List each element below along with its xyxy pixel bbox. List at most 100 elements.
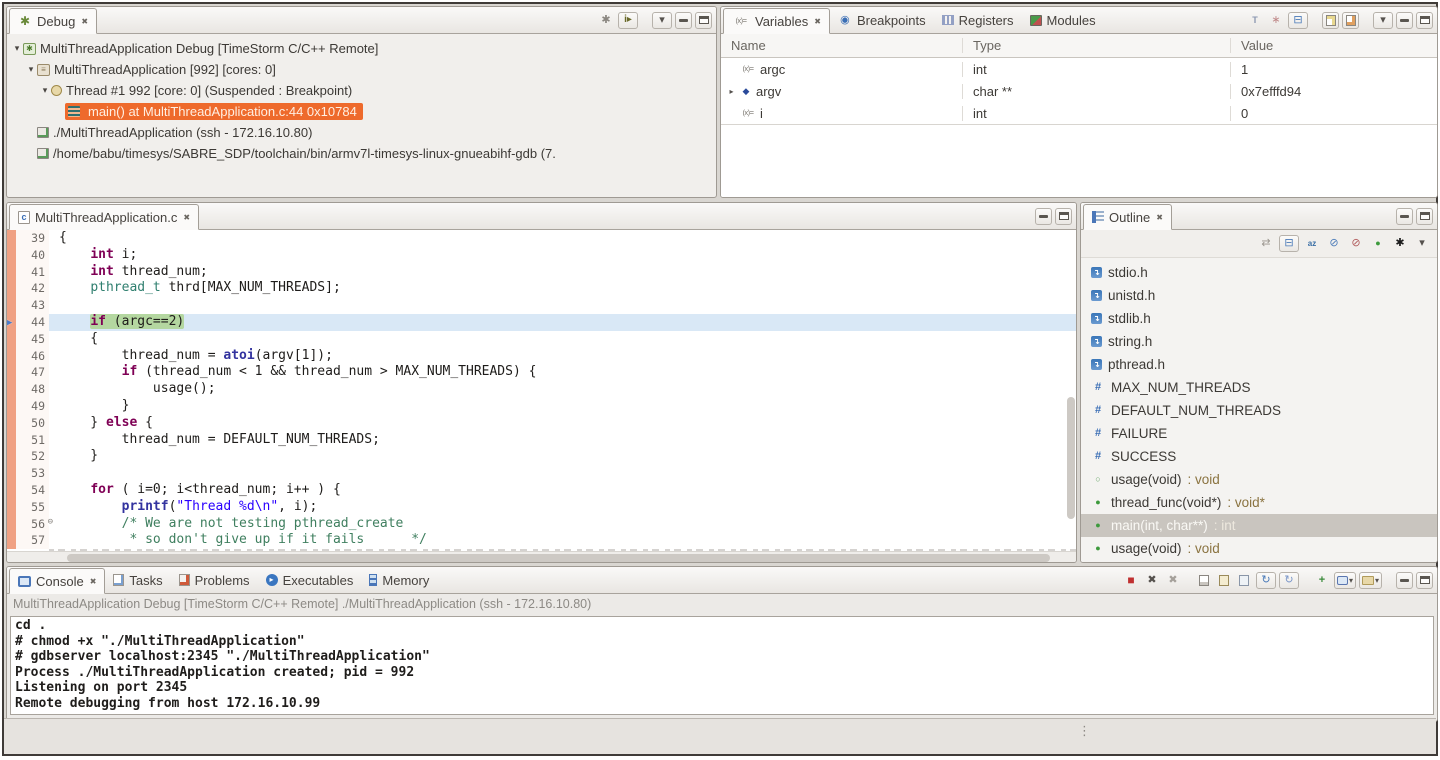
editor-vertical-scrollbar[interactable] (1067, 397, 1075, 519)
outline-item[interactable]: ↴string.h (1081, 330, 1437, 353)
tab-problems[interactable]: Problems (171, 567, 258, 593)
code-line[interactable]: 43 (7, 297, 1076, 314)
maximize-icon[interactable] (1055, 208, 1072, 225)
maximize-icon[interactable] (1416, 12, 1433, 29)
show-stdout-icon[interactable]: ↻ (1256, 572, 1276, 589)
instruction-stepping-icon[interactable]: i▸ (618, 12, 638, 29)
expand-arrow-icon[interactable]: ▾ (39, 85, 51, 96)
view-menu-icon[interactable]: ▾ (1373, 12, 1393, 29)
code-line[interactable]: 39{ (7, 230, 1076, 247)
outline-item[interactable]: ○usage(void) : void (1081, 468, 1437, 491)
fold-collapse-icon[interactable]: ⊖ (48, 518, 53, 527)
selected-stack-frame[interactable]: main() at MultiThreadApplication.c:44 0x… (65, 103, 363, 120)
line-number-gutter[interactable]: 43 (7, 297, 49, 314)
debug-tree-row[interactable]: ./MultiThreadApplication (ssh - 172.16.1… (7, 122, 716, 143)
debug-launch-tree[interactable]: ▾✱MultiThreadApplication Debug [TimeStor… (7, 34, 716, 164)
tab-multithreadapplication-c[interactable]: cMultiThreadApplication.c✖ (9, 204, 199, 230)
outline-list[interactable]: ↴stdio.h↴unistd.h↴stdlib.h↴string.h↴pthr… (1081, 258, 1437, 563)
outline-item[interactable]: #SUCCESS (1081, 445, 1437, 468)
variable-row[interactable]: (x)=iint0 (721, 102, 1437, 124)
close-icon[interactable]: ✖ (814, 17, 821, 26)
maximize-icon[interactable] (695, 12, 712, 29)
outline-item[interactable]: #FAILURE (1081, 422, 1437, 445)
clear-console-icon[interactable] (1196, 572, 1213, 589)
expander-arrow-icon[interactable]: ▸ (727, 87, 736, 96)
display-console-icon[interactable]: ▾ (1334, 572, 1356, 589)
code-line[interactable]: 55 printf("Thread %d\n", i); (7, 499, 1076, 516)
terminate-icon[interactable]: ■ (1122, 572, 1140, 589)
code-line[interactable]: 53 (7, 465, 1076, 482)
column-header-value[interactable]: Value (1231, 38, 1437, 53)
open-new-view-icon[interactable] (1342, 12, 1359, 29)
code-line[interactable]: 50 } else { (7, 415, 1076, 432)
outline-item[interactable]: ↴unistd.h (1081, 284, 1437, 307)
scroll-lock-icon[interactable] (1216, 572, 1233, 589)
debug-tree-row[interactable]: ▾Thread #1 992 [core: 0] (Suspended : Br… (7, 80, 716, 101)
outline-item[interactable]: #DEFAULT_NUM_THREADS (1081, 399, 1437, 422)
line-number-gutter[interactable]: 51 (7, 432, 49, 449)
remove-launch-icon[interactable]: ✖ (1143, 572, 1161, 589)
hide-non-public-icon[interactable]: ● (1369, 235, 1387, 252)
code-line[interactable]: 56⊖ /* We are not testing pthread_create (7, 516, 1076, 533)
console-output[interactable]: cd .# chmod +x "./MultiThreadApplication… (10, 616, 1434, 715)
line-number-gutter[interactable]: 40 (7, 247, 49, 264)
expand-arrow-icon[interactable]: ▾ (11, 43, 23, 54)
code-line[interactable]: 48 usage(); (7, 381, 1076, 398)
maximize-icon[interactable] (1416, 208, 1433, 225)
statusbar-drag-handle[interactable]: ⋮ (1078, 723, 1091, 739)
code-line[interactable]: 47 if (thread_num < 1 && thread_num > MA… (7, 364, 1076, 381)
code-line[interactable]: 51 thread_num = DEFAULT_NUM_THREADS; (7, 432, 1076, 449)
minimize-icon[interactable] (675, 12, 692, 29)
show-logical-structures-icon[interactable]: ∗ (1267, 12, 1285, 29)
column-header-name[interactable]: Name (721, 38, 963, 53)
tab-breakpoints[interactable]: ◉Breakpoints (830, 7, 934, 33)
maximize-icon[interactable] (1416, 572, 1433, 589)
line-number-gutter[interactable]: 56⊖ (7, 516, 49, 533)
tab-tasks[interactable]: Tasks (105, 567, 170, 593)
debug-tree-row[interactable]: ▾≡MultiThreadApplication [992] [cores: 0… (7, 59, 716, 80)
editor-horizontal-scrollbar[interactable] (7, 551, 1076, 563)
minimize-icon[interactable] (1035, 208, 1052, 225)
debug-tree-row[interactable]: /home/babu/timesys/SABRE_SDP/toolchain/b… (7, 143, 716, 164)
editor-hscroll-thumb[interactable] (67, 554, 1050, 562)
tab-registers[interactable]: Registers (934, 7, 1022, 33)
outline-item[interactable]: ↴stdio.h (1081, 261, 1437, 284)
minimize-icon[interactable] (1396, 208, 1413, 225)
code-line[interactable]: 54 for ( i=0; i<thread_num; i++ ) { (7, 482, 1076, 499)
close-icon[interactable]: ✖ (90, 577, 97, 586)
outline-item[interactable]: ●main(int, char**) : int (1081, 514, 1437, 537)
variable-row[interactable]: ▸◆argvchar **0x7efffd94 (721, 80, 1437, 102)
code-line[interactable]: ▶44 if (argc==2) (7, 314, 1076, 331)
line-number-gutter[interactable]: 45 (7, 331, 49, 348)
code-editor[interactable]: 39{40 int i;41 int thread_num;42 pthread… (7, 230, 1076, 551)
hide-fields-icon[interactable]: ⊘ (1325, 235, 1343, 252)
close-icon[interactable]: ✖ (183, 213, 190, 222)
word-wrap-icon[interactable] (1236, 572, 1253, 589)
debug-tree-row[interactable]: ▾✱MultiThreadApplication Debug [TimeStor… (7, 38, 716, 59)
code-line[interactable]: 40 int i; (7, 247, 1076, 264)
line-number-gutter[interactable]: 50 (7, 415, 49, 432)
pin-view-icon[interactable] (1322, 12, 1339, 29)
code-line[interactable]: 41 int thread_num; (7, 264, 1076, 281)
line-number-gutter[interactable]: 55 (7, 499, 49, 516)
hide-static-icon[interactable]: ⊘ (1347, 235, 1365, 252)
show-stderr-icon[interactable]: ↻ (1279, 572, 1299, 589)
line-number-gutter[interactable]: 52 (7, 448, 49, 465)
line-number-gutter[interactable]: 53 (7, 465, 49, 482)
expand-arrow-icon[interactable]: ▾ (25, 64, 37, 75)
line-number-gutter[interactable]: 48 (7, 381, 49, 398)
minimize-icon[interactable] (1396, 12, 1413, 29)
minimize-icon[interactable] (1396, 572, 1413, 589)
code-line[interactable]: 49 } (7, 398, 1076, 415)
outline-item[interactable]: #MAX_NUM_THREADS (1081, 376, 1437, 399)
code-line[interactable]: 52 } (7, 448, 1076, 465)
code-line[interactable]: 45 { (7, 331, 1076, 348)
tab-modules[interactable]: Modules (1022, 7, 1104, 33)
line-number-gutter[interactable]: 41 (7, 264, 49, 281)
code-line[interactable]: 57 * so don't give up if it fails */ (7, 532, 1076, 549)
tab-outline[interactable]: Outline✖ (1083, 204, 1172, 230)
outline-item[interactable]: ●usage(void) : void (1081, 537, 1437, 560)
code-line[interactable]: 46 thread_num = atoi(argv[1]); (7, 348, 1076, 365)
outline-item[interactable]: ●thread_func(void*) : void* (1081, 491, 1437, 514)
tab-memory[interactable]: Memory (361, 567, 437, 593)
